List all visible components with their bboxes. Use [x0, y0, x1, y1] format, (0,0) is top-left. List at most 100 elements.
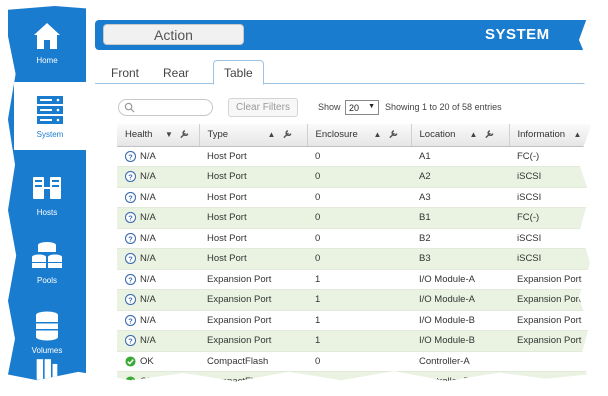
table-row[interactable]: ? N/A Expansion Port 1 I/O Module-A Expansion… — [117, 289, 591, 311]
table-row[interactable]: ? N/A Host Port 0 A3 iSCSI — [117, 187, 591, 208]
enclosure-cell: 0 — [307, 166, 411, 188]
sidebar-item-system[interactable]: System — [8, 82, 86, 150]
type-cell: Host Port — [199, 228, 307, 249]
health-cell: ? N/A — [117, 166, 199, 188]
filter-wrench-icon[interactable] — [388, 128, 399, 140]
sidebar-item-pools[interactable]: Pools — [8, 228, 86, 296]
svg-text:?: ? — [128, 296, 133, 305]
location-cell: A1 — [411, 146, 509, 167]
health-cell: OK — [117, 371, 199, 382]
clear-filters-button[interactable]: Clear Filters — [228, 98, 298, 117]
mapping-icon — [36, 359, 58, 380]
health-status: OK — [125, 356, 199, 367]
sort-desc-icon[interactable]: ▼ — [165, 130, 173, 139]
sort-asc-icon[interactable]: ▲ — [574, 130, 582, 139]
sidebar-item-home[interactable]: Home — [8, 8, 86, 76]
tab-front[interactable]: Front — [101, 62, 149, 84]
column-header-health[interactable]: Health ▼ — [117, 124, 200, 147]
column-header-type[interactable]: Type ▲ — [199, 124, 308, 147]
type-cell: Expansion Port — [199, 330, 307, 352]
health-cell: ? N/A — [117, 289, 199, 311]
type-cell: Host Port — [199, 248, 307, 270]
tab-table[interactable]: Table — [213, 60, 264, 85]
table-row[interactable]: OK CompactFlash 0 Controller-B — [117, 371, 591, 382]
health-cell: ? N/A — [117, 330, 199, 352]
top-action-bar: Action SYSTEM — [95, 20, 591, 50]
table-row[interactable]: ? N/A Host Port 0 B3 iSCSI — [117, 248, 591, 270]
information-cell: iSCSI — [509, 166, 591, 188]
sidebar-item-hosts[interactable]: Hosts — [8, 160, 86, 228]
information-cell: Expansion Port — [509, 310, 591, 331]
location-cell: I/O Module-A — [411, 289, 509, 311]
health-label: N/A — [140, 335, 156, 347]
filter-wrench-icon[interactable] — [179, 128, 190, 140]
enclosure-cell: 0 — [307, 228, 411, 249]
enclosure-cell: 1 — [307, 310, 411, 331]
sidebar-item-label: Hosts — [36, 208, 58, 217]
location-cell: B3 — [411, 248, 509, 270]
information-cell: Expansion Port — [509, 289, 591, 311]
sort-asc-icon[interactable]: ▲ — [268, 130, 276, 139]
system-icon — [37, 96, 63, 124]
sort-asc-icon[interactable]: ▲ — [470, 130, 478, 139]
health-cell: ? N/A — [117, 187, 199, 208]
health-cell: ? N/A — [117, 228, 199, 249]
health-cell: ? N/A — [117, 207, 199, 229]
health-cell: OK — [117, 351, 199, 372]
enclosure-cell: 0 — [307, 248, 411, 270]
sidebar-item-label: Volumes — [31, 346, 63, 355]
health-status: ? N/A — [125, 150, 199, 162]
health-label: N/A — [140, 171, 156, 183]
table-row[interactable]: OK CompactFlash 0 Controller-A — [117, 351, 591, 372]
column-header-information[interactable]: Information ▲ — [509, 124, 591, 147]
information-cell: iSCSI — [509, 248, 591, 270]
home-icon — [34, 23, 60, 49]
view-tabs: Front Rear Table — [95, 56, 591, 85]
table-filter-bar: Clear Filters Show 20 ▼ Showing 1 to 20 … — [108, 98, 591, 118]
health-label: N/A — [140, 314, 156, 326]
table-row[interactable]: ? N/A Host Port 0 A2 iSCSI — [117, 166, 591, 188]
svg-text:?: ? — [128, 234, 133, 243]
table-row[interactable]: ? N/A Host Port 0 A1 FC(-) — [117, 146, 591, 167]
filter-wrench-icon[interactable] — [484, 128, 495, 140]
filter-wrench-icon[interactable] — [282, 128, 293, 140]
column-header-location[interactable]: Location ▲ — [411, 124, 510, 147]
enclosure-cell: 0 — [307, 187, 411, 208]
show-label: Show — [318, 102, 341, 112]
entries-count: Showing 1 to 20 of 58 entries — [385, 102, 502, 112]
location-cell: I/O Module-B — [411, 330, 509, 352]
table-row[interactable]: ? N/A Host Port 0 B2 iSCSI — [117, 228, 591, 249]
health-status: ? N/A — [125, 335, 199, 347]
search-input[interactable] — [137, 101, 209, 114]
location-cell: Controller-A — [411, 351, 509, 372]
health-label: N/A — [140, 191, 156, 203]
information-cell: iSCSI — [509, 187, 591, 208]
table-row[interactable]: ? N/A Expansion Port 1 I/O Module-A Expansion… — [117, 269, 591, 290]
table-header-row: Health ▼ Type ▲ Enclosure ▲ Location ▲ I… — [117, 124, 591, 147]
column-header-enclosure[interactable]: Enclosure ▲ — [307, 124, 412, 147]
table-row[interactable]: ? N/A Expansion Port 1 I/O Module-B Expansion… — [117, 310, 591, 331]
svg-text:?: ? — [128, 214, 133, 223]
sidebar-item-partial[interactable] — [8, 356, 86, 381]
column-header-label: Information — [517, 129, 566, 141]
table-row[interactable]: ? N/A Host Port 0 B1 FC(-) — [117, 207, 591, 229]
sort-asc-icon[interactable]: ▲ — [374, 130, 382, 139]
svg-text:?: ? — [128, 275, 133, 284]
type-cell: Expansion Port — [199, 289, 307, 311]
search-field[interactable] — [118, 99, 213, 116]
sidebar-item-label: System — [36, 130, 64, 139]
table-row[interactable]: ? N/A Expansion Port 1 I/O Module-B Expansion… — [117, 330, 591, 352]
sidebar-item-label: Home — [36, 56, 58, 65]
page-size-select[interactable]: 20 ▼ — [345, 100, 379, 115]
action-button[interactable]: Action — [103, 24, 244, 45]
location-cell: A3 — [411, 187, 509, 208]
information-cell — [509, 371, 591, 382]
type-cell: Host Port — [199, 166, 307, 188]
health-label: N/A — [140, 294, 156, 306]
svg-text:?: ? — [128, 173, 133, 182]
enclosure-cell: 1 — [307, 269, 411, 290]
tab-rear[interactable]: Rear — [153, 62, 199, 84]
information-cell: FC(-) — [509, 146, 591, 167]
health-status: ? N/A — [125, 232, 199, 244]
svg-text:?: ? — [128, 316, 133, 325]
